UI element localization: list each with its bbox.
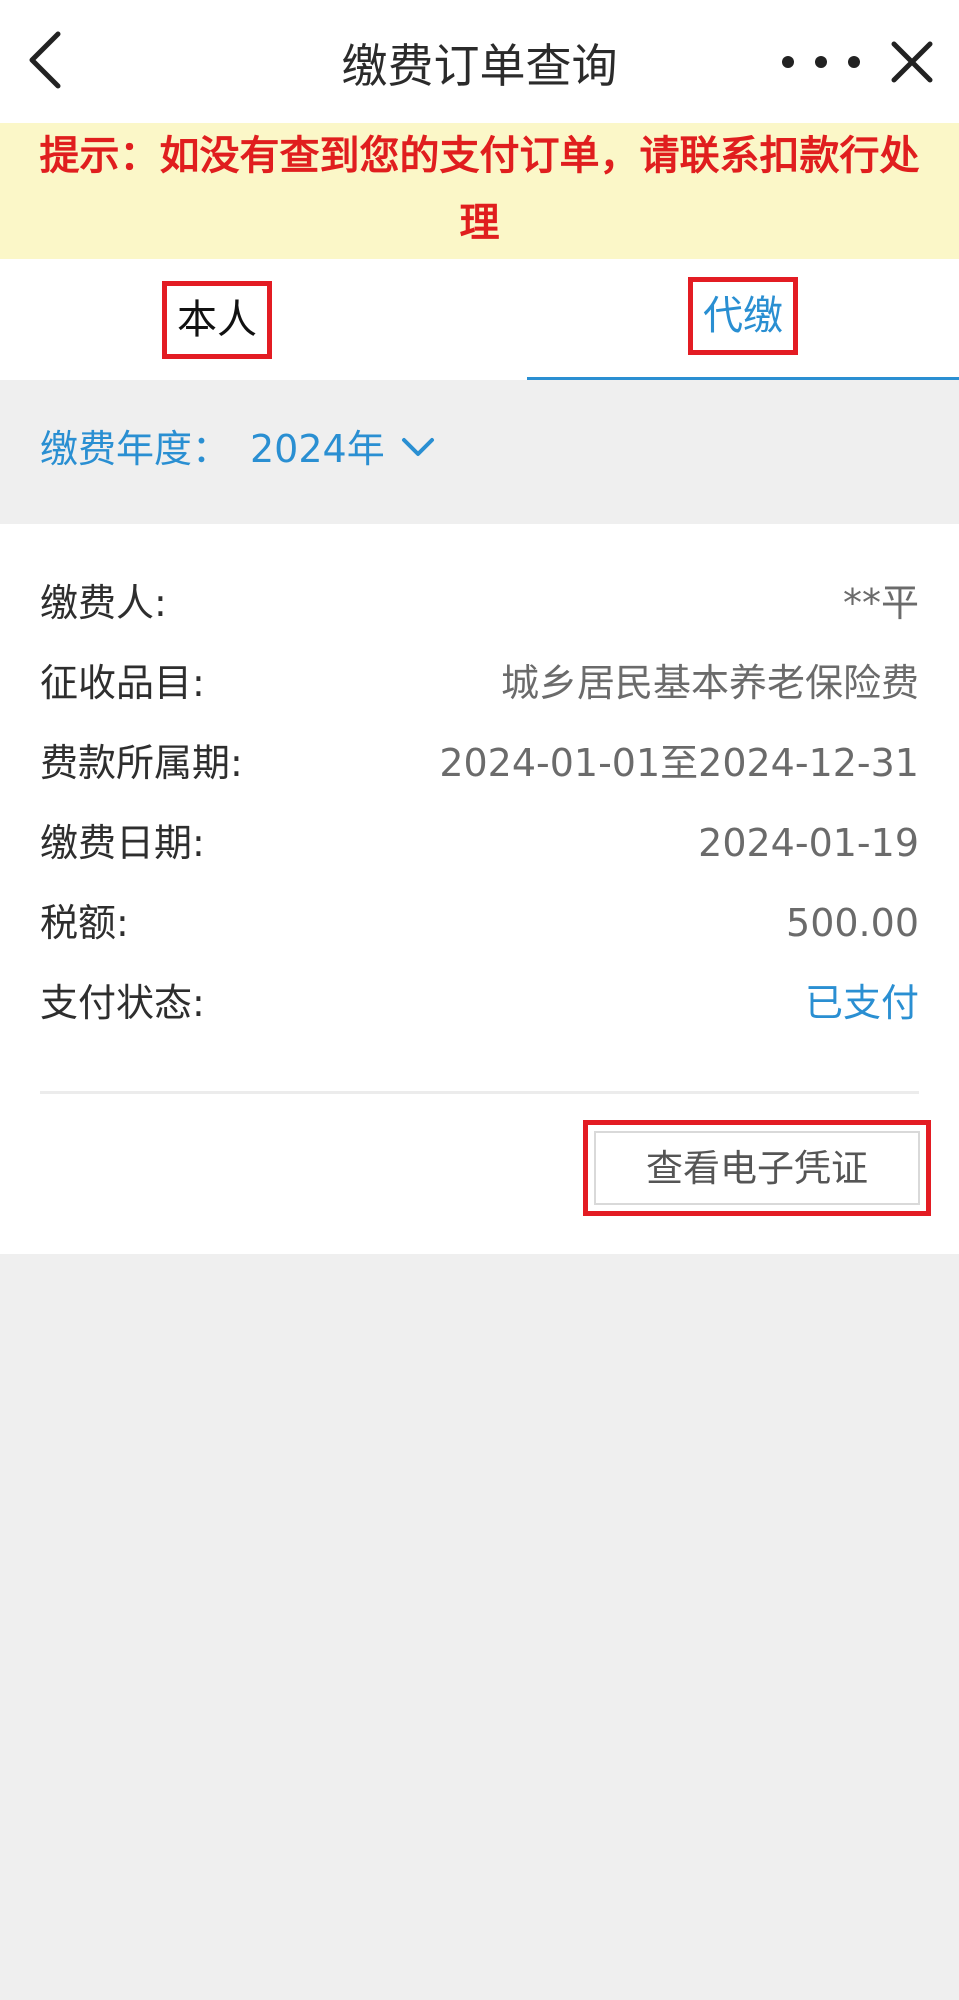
- payment-date-label: 缴费日期:: [40, 821, 205, 865]
- top-nav-bar: 缴费订单查询: [0, 0, 959, 123]
- tab-proxy-payment-label: 代缴: [688, 277, 798, 355]
- notice-banner: 提示：如没有查到您的支付订单，请联系扣款行处 理: [0, 123, 959, 259]
- order-card: 缴费人: **平 征收品目: 城乡居民基本养老保险费 费款所属期: 2024-0…: [0, 524, 959, 1254]
- notice-line-1: 提示：如没有查到您的支付订单，请联系扣款行处: [39, 133, 920, 179]
- tab-self-label: 本人: [162, 281, 272, 359]
- payment-year-value[interactable]: 2024年: [250, 418, 385, 473]
- payment-date-value: 2024-01-19: [698, 821, 919, 865]
- chevron-down-icon[interactable]: [398, 432, 438, 462]
- order-row-item: 征收品目: 城乡居民基本养老保险费: [40, 653, 919, 713]
- voucher-highlight: 查看电子凭证: [583, 1120, 931, 1216]
- order-row-payer: 缴费人: **平: [40, 573, 919, 633]
- close-icon[interactable]: [888, 38, 936, 86]
- payment-status-label: 支付状态:: [40, 981, 205, 1025]
- tab-bar: 本人 代缴: [0, 259, 959, 380]
- card-divider: [40, 1091, 919, 1094]
- collection-item-value: 城乡居民基本养老保险费: [500, 661, 919, 705]
- payment-year-filter[interactable]: 缴费年度： 2024年: [0, 380, 959, 524]
- order-row-status: 支付状态: 已支付: [40, 973, 919, 1033]
- order-row-period: 费款所属期: 2024-01-01至2024-12-31: [40, 733, 919, 793]
- collection-item-label: 征收品目:: [40, 661, 205, 705]
- chevron-left-icon[interactable]: [22, 28, 72, 92]
- tab-proxy-payment[interactable]: 代缴: [527, 259, 959, 380]
- fee-period-value: 2024-01-01至2024-12-31: [439, 741, 919, 785]
- tax-amount-value: 500.00: [786, 901, 919, 945]
- payer-value: **平: [842, 581, 919, 625]
- notice-line-2: 理: [459, 200, 500, 246]
- payment-status-value: 已支付: [804, 981, 919, 1025]
- tab-self[interactable]: 本人: [0, 259, 479, 380]
- payer-label: 缴费人:: [40, 581, 167, 625]
- order-row-tax: 税额: 500.00: [40, 893, 919, 953]
- more-dots-icon[interactable]: [776, 50, 866, 74]
- view-e-voucher-button[interactable]: 查看电子凭证: [594, 1131, 920, 1205]
- fee-period-label: 费款所属期:: [40, 741, 243, 785]
- tax-amount-label: 税额:: [40, 901, 129, 945]
- order-row-date: 缴费日期: 2024-01-19: [40, 813, 919, 873]
- payment-year-label: 缴费年度：: [40, 427, 231, 471]
